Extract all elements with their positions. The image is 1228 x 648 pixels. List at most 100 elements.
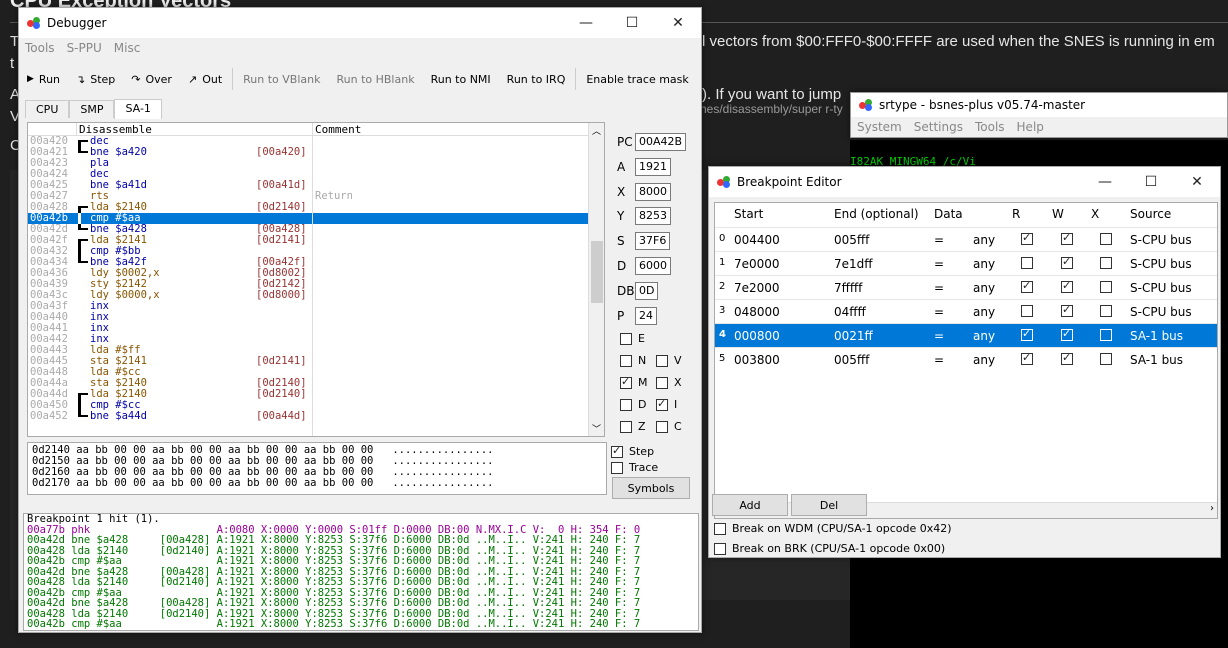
debugger-titlebar[interactable]: Debugger — ☐ ✕ xyxy=(19,8,701,38)
x-checkbox[interactable] xyxy=(1100,329,1112,341)
r-checkbox[interactable] xyxy=(1021,279,1033,293)
disassembly-scrollbar[interactable]: ︿ ﹀ xyxy=(588,123,604,436)
flag-d[interactable]: D xyxy=(620,398,646,411)
disasm-row[interactable]: 00a441 inx xyxy=(28,323,604,334)
end-address[interactable]: 005fff xyxy=(834,233,869,247)
step-checkbox-row[interactable]: Step xyxy=(611,444,654,458)
flag-i[interactable]: I xyxy=(656,397,677,411)
run-to-vblank-button[interactable]: Run to VBlank xyxy=(235,73,328,86)
x-column-header[interactable]: X xyxy=(1091,207,1099,221)
step-button[interactable]: ↴ Step xyxy=(68,73,123,86)
tab-cpu[interactable]: CPU xyxy=(25,100,70,118)
end-address[interactable]: 0021ff xyxy=(834,329,873,343)
source-bus[interactable]: S-CPU bus xyxy=(1130,257,1192,271)
symbols-button[interactable]: Symbols xyxy=(612,477,690,499)
scrollbar-thumb[interactable] xyxy=(591,241,603,303)
disasm-row[interactable]: 00a43f inx xyxy=(28,301,604,312)
start-address[interactable]: 048000 xyxy=(734,305,780,319)
breakpoint-editor-titlebar[interactable]: Breakpoint Editor — ☐ ✕ xyxy=(709,167,1220,197)
compare-operator[interactable]: = xyxy=(934,353,944,367)
end-address[interactable]: 005fff xyxy=(834,353,869,367)
data-value[interactable]: any xyxy=(973,305,995,319)
menu-item[interactable]: Settings xyxy=(914,120,963,134)
menu-item[interactable]: Tools xyxy=(975,120,1005,134)
minimize-button[interactable]: — xyxy=(563,8,609,38)
trace-checkbox-row[interactable]: Trace xyxy=(611,461,658,474)
register-value[interactable]: 8253 xyxy=(635,207,671,226)
end-address[interactable]: 7e1dff xyxy=(834,257,873,271)
flag-v[interactable]: V xyxy=(656,354,682,367)
close-button[interactable]: ✕ xyxy=(1174,167,1220,197)
menu-item[interactable]: Help xyxy=(1017,120,1044,134)
comment-column-header[interactable]: Comment xyxy=(312,123,590,136)
trace-log[interactable]: Breakpoint 1 hit (1). 00a77b phk A:0080 X… xyxy=(23,513,699,631)
break-on-wdm-row[interactable]: Break on WDM (CPU/SA-1 opcode 0x42) xyxy=(714,522,952,535)
r-checkbox[interactable] xyxy=(1021,231,1033,245)
r-checkbox[interactable] xyxy=(1021,327,1033,341)
flag-x[interactable]: X xyxy=(656,376,682,389)
w-column-header[interactable]: W xyxy=(1052,207,1064,221)
flag-checkbox[interactable] xyxy=(620,354,632,367)
register-value[interactable]: 24 xyxy=(635,306,657,325)
compare-operator[interactable]: = xyxy=(934,281,944,295)
register-value[interactable]: 1921 xyxy=(635,157,671,176)
maximize-button[interactable]: ☐ xyxy=(1128,167,1174,197)
register-value[interactable]: 37F6 xyxy=(635,232,671,251)
disassembly-view[interactable]: Disassemble Comment 00a420 dec 00a421 bne $… xyxy=(27,122,605,437)
x-checkbox[interactable] xyxy=(1100,257,1112,269)
w-checkbox[interactable] xyxy=(1061,231,1073,245)
w-checkbox[interactable] xyxy=(1061,279,1073,293)
srtype-titlebar[interactable]: srtype - bsnes-plus v05.74-master xyxy=(851,93,1227,117)
compare-operator[interactable]: = xyxy=(934,329,944,343)
breakpoint-table[interactable]: Start End (optional) Data R W X Source 0… xyxy=(714,202,1218,519)
flag-checkbox[interactable] xyxy=(656,420,668,433)
data-value[interactable]: any xyxy=(973,353,995,367)
start-address[interactable]: 004400 xyxy=(734,233,780,247)
maximize-button[interactable]: ☐ xyxy=(609,8,655,38)
flag-n[interactable]: N xyxy=(620,354,646,367)
start-address[interactable]: 000800 xyxy=(734,329,780,343)
minimize-button[interactable]: — xyxy=(1082,167,1128,197)
scroll-up-icon[interactable]: ︿ xyxy=(592,124,601,137)
compare-operator[interactable]: = xyxy=(934,233,944,247)
w-checkbox[interactable] xyxy=(1061,255,1073,269)
run-to-nmi-button[interactable]: Run to NMI xyxy=(423,73,499,86)
disassemble-column-header[interactable]: Disassemble xyxy=(76,123,312,136)
run-button[interactable]: ▶ Run xyxy=(19,73,68,86)
start-address[interactable]: 003800 xyxy=(734,353,780,367)
source-bus[interactable]: SA-1 bus xyxy=(1130,329,1183,343)
breakpoint-row[interactable]: 4 000800 0021ff = any SA-1 bus xyxy=(715,323,1217,347)
w-checkbox[interactable] xyxy=(1061,303,1073,317)
compare-operator[interactable]: = xyxy=(934,257,944,271)
end-column-header[interactable]: End (optional) xyxy=(834,207,919,221)
delete-breakpoint-button[interactable]: Del xyxy=(791,494,867,516)
flag-checkbox[interactable] xyxy=(656,354,668,367)
x-checkbox[interactable] xyxy=(1100,281,1112,293)
flag-checkbox[interactable] xyxy=(656,376,668,389)
source-bus[interactable]: S-CPU bus xyxy=(1130,233,1192,247)
data-value[interactable]: any xyxy=(973,257,995,271)
flag-m[interactable]: M xyxy=(620,375,648,389)
r-checkbox[interactable] xyxy=(1021,305,1033,317)
tab-smp[interactable]: SMP xyxy=(69,100,115,118)
register-value[interactable]: 00A42B xyxy=(635,133,687,151)
flag-e[interactable]: E xyxy=(620,332,645,345)
disasm-row[interactable]: 00a423 pla xyxy=(28,158,604,169)
breakpoint-row[interactable]: 3 048000 04ffff = any S-CPU bus xyxy=(715,299,1217,323)
register-value[interactable]: 6000 xyxy=(635,257,671,275)
source-bus[interactable]: SA-1 bus xyxy=(1130,353,1183,367)
flag-z[interactable]: Z xyxy=(620,420,646,433)
x-checkbox[interactable] xyxy=(1100,233,1112,245)
flag-checkbox[interactable] xyxy=(620,420,632,433)
flag-checkbox[interactable] xyxy=(620,375,632,389)
flag-checkbox[interactable] xyxy=(656,397,668,411)
disasm-row[interactable]: 00a421 bne $a420 [00a420] xyxy=(28,147,604,158)
menu-item[interactable]: Misc xyxy=(114,41,141,55)
start-address[interactable]: 7e0000 xyxy=(734,257,780,271)
break-on-wdm-checkbox[interactable] xyxy=(714,522,726,535)
tab-sa-1[interactable]: SA-1 xyxy=(114,99,162,119)
w-checkbox[interactable] xyxy=(1061,351,1073,365)
r-column-header[interactable]: R xyxy=(1012,207,1020,221)
start-address[interactable]: 7e2000 xyxy=(734,281,780,295)
break-on-brk-checkbox[interactable] xyxy=(714,542,726,555)
